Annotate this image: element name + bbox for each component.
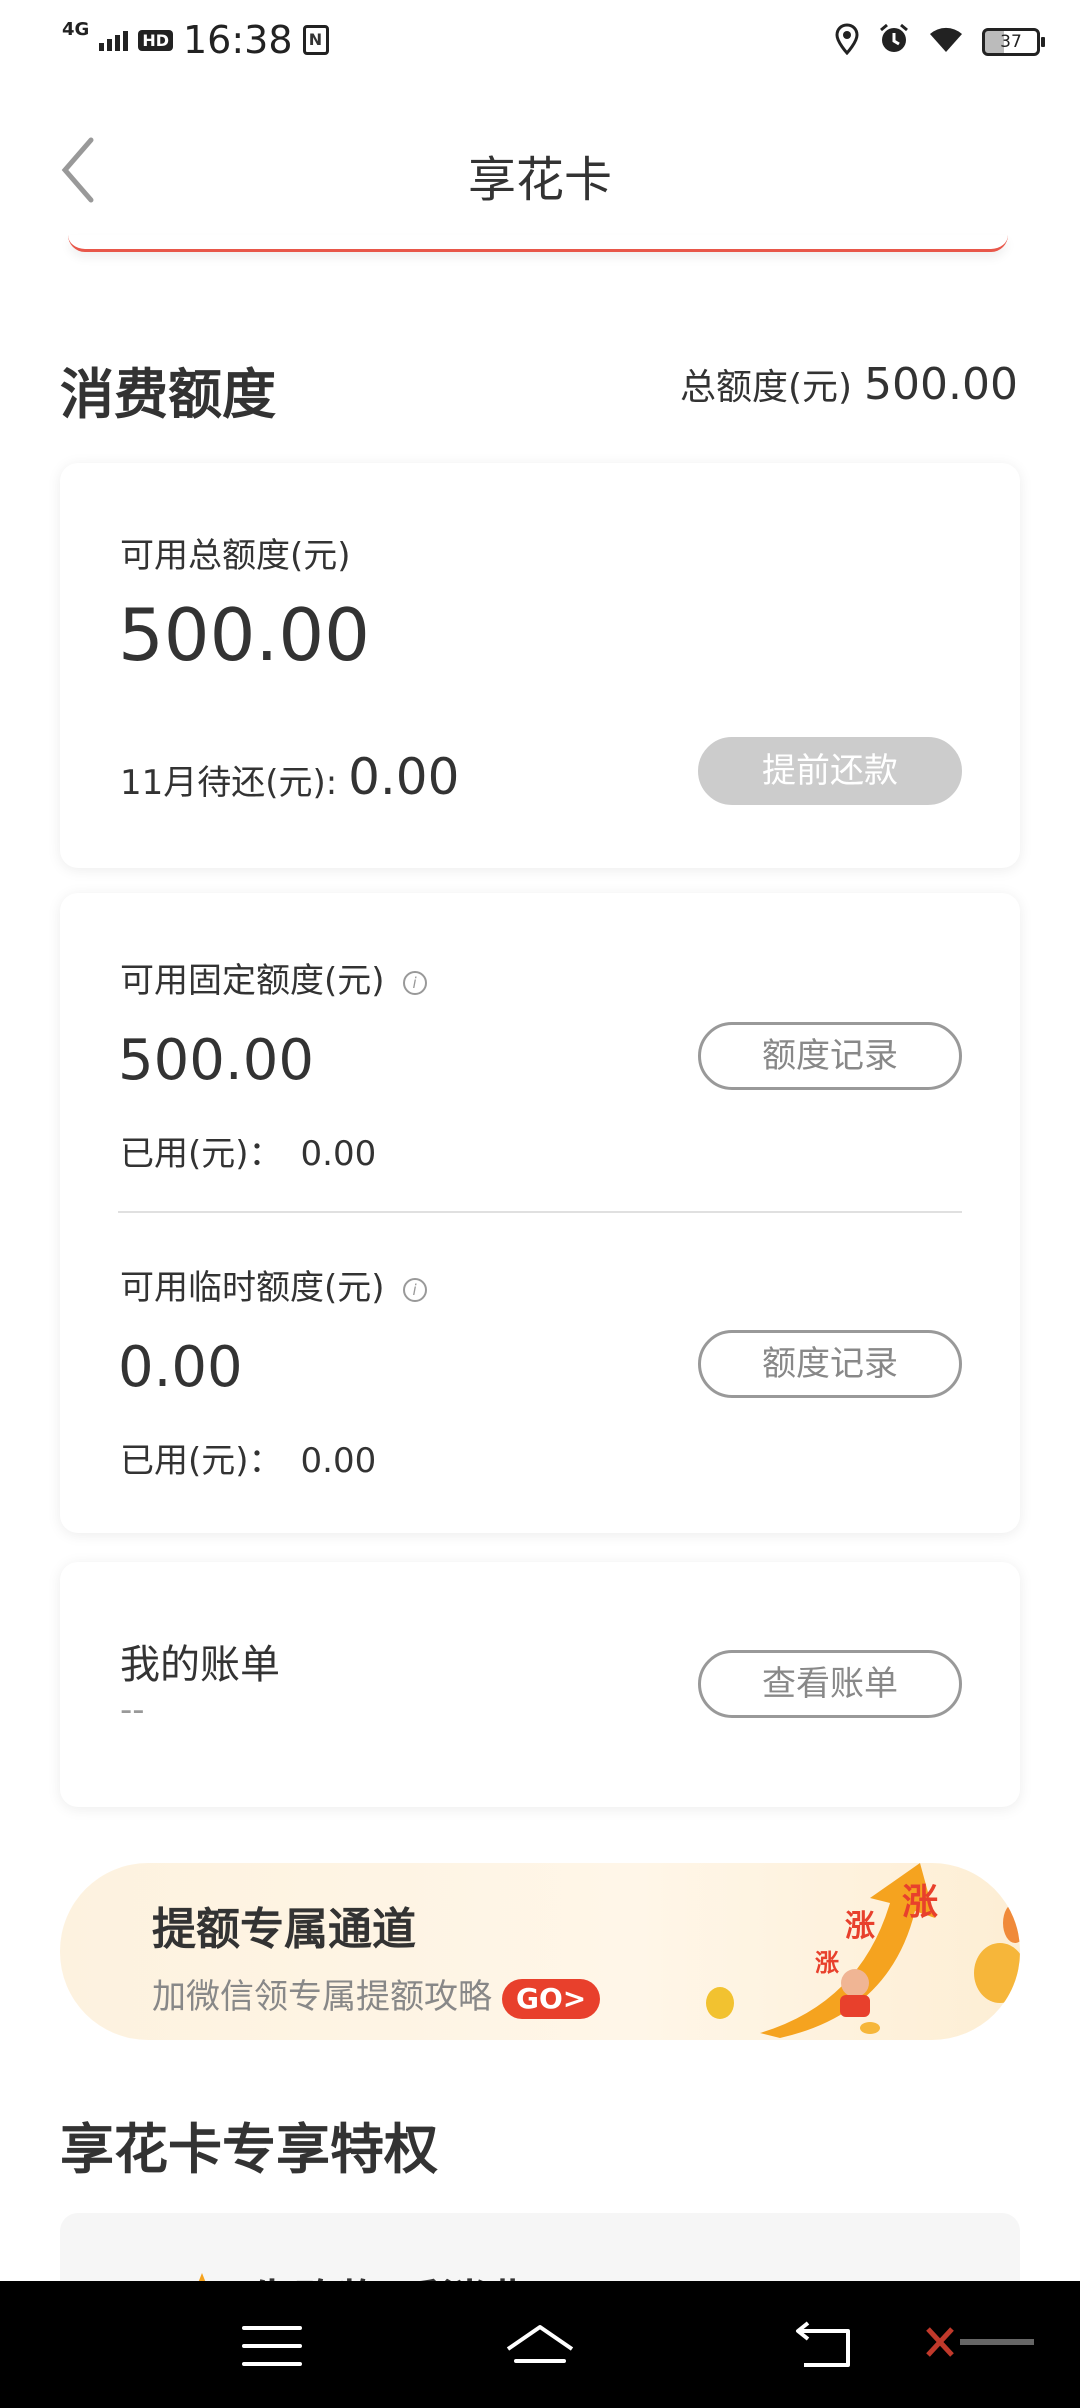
wifi-icon <box>928 24 964 60</box>
promo-banner[interactable]: 提额专属通道 加微信领专属提额攻略 GO> 涨 涨 涨 <box>60 1863 1020 2040</box>
page-title: 享花卡 <box>467 152 612 208</box>
menu-icon <box>242 2326 302 2366</box>
system-nav-bar <box>0 2281 1080 2408</box>
fixed-used-value: 0.00 <box>300 1134 377 1174</box>
nfc-icon: N <box>302 25 329 55</box>
badge-rise: 涨 <box>845 1909 875 1944</box>
banner-subtitle-row: 加微信领专属提额攻略 GO> <box>152 1969 601 2019</box>
clock: 16:38 <box>182 18 293 62</box>
watermark-logo <box>920 2321 1040 2365</box>
temp-label: 可用临时额度(元) <box>120 1268 385 1308</box>
banner-title: 提额专属通道 <box>152 1904 416 1955</box>
fixed-used-label: 已用(元)： <box>120 1134 283 1174</box>
due-row: 11月待还(元): 0.00 <box>120 748 459 806</box>
battery-icon: 37 <box>982 28 1045 56</box>
due-label: 11月待还(元): <box>120 763 338 803</box>
badge-rise: 涨 <box>815 1949 839 1977</box>
location-icon <box>834 23 860 61</box>
fixed-label: 可用固定额度(元) <box>120 961 385 1001</box>
available-value: 500.00 <box>118 593 370 677</box>
temp-used-label: 已用(元)： <box>120 1441 283 1481</box>
arrow-up-illustration: 涨 涨 涨 <box>690 1863 1020 2040</box>
home-icon <box>506 2325 574 2363</box>
hd-badge: HD <box>138 29 173 51</box>
view-bill-button[interactable]: 查看账单 <box>698 1650 962 1718</box>
return-icon <box>796 2321 850 2367</box>
temp-value: 0.00 <box>118 1335 243 1400</box>
fixed-record-button[interactable]: 额度记录 <box>698 1022 962 1090</box>
banner-subtitle: 加微信领专属提额攻略 <box>152 1977 492 2017</box>
divider <box>118 1211 962 1213</box>
total-credit: 总额度(元) 500.00 <box>680 358 1018 410</box>
network-type: 4G <box>62 19 90 40</box>
available-label: 可用总额度(元) <box>120 536 351 576</box>
privilege-title: 享花卡专享特权 <box>60 2118 438 2181</box>
available-credit-card: 可用总额度(元) 500.00 11月待还(元): 0.00 提前还款 <box>60 463 1020 868</box>
temp-record-button[interactable]: 额度记录 <box>698 1330 962 1398</box>
due-value: 0.00 <box>348 748 460 806</box>
alarm-icon <box>878 23 910 61</box>
status-right: 37 <box>834 22 1045 62</box>
card-top-strip <box>68 235 1008 252</box>
bill-title: 我的账单 <box>120 1642 280 1688</box>
temp-used: 已用(元)： 0.00 <box>120 1433 376 1482</box>
section-title-credit: 消费额度 <box>60 363 276 426</box>
early-repay-button[interactable]: 提前还款 <box>698 737 962 805</box>
bill-card: 我的账单 -- 查看账单 <box>60 1562 1020 1807</box>
fixed-value: 500.00 <box>118 1028 314 1093</box>
menu-button[interactable] <box>232 2311 312 2381</box>
signal-icon <box>99 29 129 51</box>
info-icon[interactable]: i <box>402 970 427 995</box>
fixed-used: 已用(元)： 0.00 <box>120 1126 376 1175</box>
go-button[interactable]: GO> <box>502 1978 601 2019</box>
total-credit-label: 总额度(元) <box>679 367 853 408</box>
total-credit-value: 500.00 <box>864 359 1018 410</box>
credit-detail-card: 可用固定额度(元) i 500.00 额度记录 已用(元)： 0.00 可用临时额度… <box>60 893 1020 1533</box>
bill-placeholder: -- <box>120 1690 145 1730</box>
temp-label-row: 可用临时额度(元) i <box>120 1260 427 1309</box>
info-icon[interactable]: i <box>402 1277 427 1302</box>
status-bar: 4G HD 16:38 N 37 <box>0 0 1080 80</box>
temp-used-value: 0.00 <box>300 1441 377 1481</box>
badge-rise: 涨 <box>902 1882 939 1923</box>
fixed-label-row: 可用固定额度(元) i <box>120 953 427 1002</box>
home-button[interactable] <box>500 2311 580 2381</box>
nav-header: 享花卡 <box>0 100 1080 240</box>
status-left: 4G HD 16:38 N <box>62 16 329 64</box>
back-nav-button[interactable] <box>784 2311 864 2381</box>
